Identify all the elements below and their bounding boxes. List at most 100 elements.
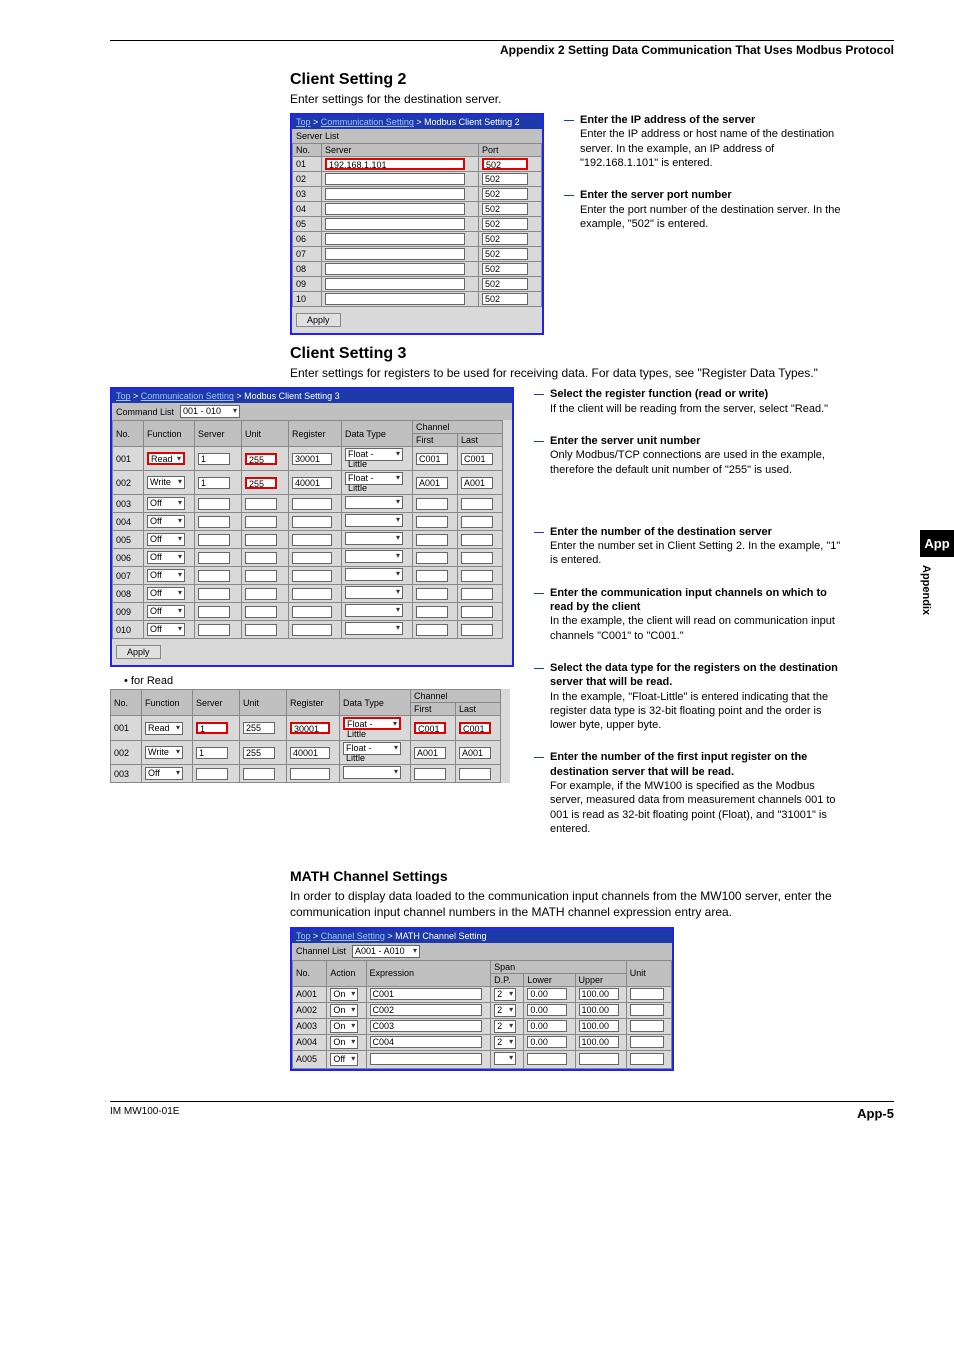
action-select[interactable]: On <box>330 1004 358 1017</box>
upper-input[interactable]: 100.00 <box>579 1020 619 1032</box>
server-num-input[interactable]: 1 <box>198 477 230 489</box>
function-select[interactable]: Write <box>145 746 183 759</box>
lower-input[interactable]: 0.00 <box>527 1004 567 1016</box>
manual-id: IM MW100-01E <box>110 1106 179 1121</box>
port-input[interactable]: 502 <box>482 248 528 260</box>
function-select[interactable]: Off <box>147 533 185 546</box>
unit-input[interactable] <box>630 988 664 1000</box>
server-input[interactable] <box>325 218 465 230</box>
function-select[interactable]: Off <box>145 767 183 780</box>
dtype-select[interactable]: Float - Little <box>345 448 403 461</box>
port-input[interactable]: 502 <box>482 203 528 215</box>
port-input[interactable]: 502 <box>482 233 528 245</box>
unit-input[interactable] <box>630 1004 664 1016</box>
upper-input[interactable]: 100.00 <box>579 988 619 1000</box>
dtype-select[interactable]: Float - Little <box>343 717 401 730</box>
server-input[interactable] <box>325 233 465 245</box>
unit-input[interactable]: 255 <box>245 477 277 489</box>
expr-input[interactable]: C001 <box>370 988 482 1000</box>
action-select[interactable]: On <box>330 988 358 1001</box>
dp-select[interactable] <box>494 1052 516 1065</box>
upper-input[interactable]: 100.00 <box>579 1004 619 1016</box>
ch-first-input[interactable]: A001 <box>416 477 448 489</box>
lower-input[interactable] <box>527 1053 567 1065</box>
ch-first-input[interactable]: C001 <box>416 453 448 465</box>
action-select[interactable]: On <box>330 1020 358 1033</box>
port-input[interactable]: 502 <box>482 278 528 290</box>
apply-button[interactable]: Apply <box>116 645 161 659</box>
function-select[interactable]: Write <box>147 476 185 489</box>
upper-input[interactable]: 100.00 <box>579 1036 619 1048</box>
function-select[interactable]: Off <box>147 605 185 618</box>
ch-first-input[interactable]: C001 <box>414 722 446 734</box>
function-select[interactable]: Read <box>145 722 183 735</box>
math-intro: In order to display data loaded to the c… <box>290 888 894 920</box>
server-input[interactable] <box>325 173 465 185</box>
function-select[interactable]: Off <box>147 587 185 600</box>
table-row: 06502 <box>293 232 542 247</box>
server-input[interactable] <box>325 278 465 290</box>
port-input[interactable]: 502 <box>482 188 528 200</box>
server-input[interactable] <box>325 248 465 260</box>
dp-select[interactable]: 2 <box>494 1036 516 1049</box>
function-select[interactable]: Read <box>147 452 185 465</box>
lower-input[interactable]: 0.00 <box>527 1036 567 1048</box>
unit-input[interactable]: 255 <box>243 722 275 734</box>
expr-input[interactable] <box>370 1053 482 1065</box>
bc-top[interactable]: Top <box>296 117 311 127</box>
server-input[interactable] <box>325 203 465 215</box>
function-select[interactable]: Off <box>147 497 185 510</box>
function-select[interactable]: Off <box>147 623 185 636</box>
port-input[interactable]: 502 <box>482 158 528 170</box>
dp-select[interactable]: 2 <box>494 1004 516 1017</box>
dp-select[interactable]: 2 <box>494 988 516 1001</box>
function-select[interactable]: Off <box>147 551 185 564</box>
port-input[interactable]: 502 <box>482 218 528 230</box>
math-panel: Top > Channel Setting > MATH Channel Set… <box>290 927 674 1071</box>
ch-last-input[interactable]: C001 <box>459 722 491 734</box>
bc-top[interactable]: Top <box>296 931 311 941</box>
range-select[interactable]: 001 - 010 <box>180 405 240 418</box>
bc-comm[interactable]: Communication Setting <box>141 391 234 401</box>
unit-input[interactable] <box>630 1036 664 1048</box>
upper-input[interactable] <box>579 1053 619 1065</box>
expr-input[interactable]: C002 <box>370 1004 482 1016</box>
register-input[interactable]: 30001 <box>290 722 330 734</box>
dp-select[interactable]: 2 <box>494 1020 516 1033</box>
dtype-select[interactable]: Float - Little <box>345 472 403 485</box>
action-select[interactable]: Off <box>330 1053 358 1066</box>
expr-input[interactable]: C004 <box>370 1036 482 1048</box>
ch-last-input[interactable]: A001 <box>461 477 493 489</box>
unit-input[interactable]: 255 <box>245 453 277 465</box>
port-input[interactable]: 502 <box>482 173 528 185</box>
table-row: 009Off <box>113 603 503 621</box>
unit-input[interactable] <box>630 1053 664 1065</box>
range-select[interactable]: A001 - A010 <box>352 945 420 958</box>
port-input[interactable]: 502 <box>482 263 528 275</box>
server-num-input[interactable]: 1 <box>198 453 230 465</box>
table-row: 08502 <box>293 262 542 277</box>
function-select[interactable]: Off <box>147 569 185 582</box>
co-dest-body: Enter the number set in Client Setting 2… <box>550 539 844 568</box>
lower-input[interactable]: 0.00 <box>527 1020 567 1032</box>
server-input[interactable] <box>325 188 465 200</box>
register-input[interactable]: 30001 <box>292 453 332 465</box>
bc-comm[interactable]: Communication Setting <box>321 117 414 127</box>
ch-last-input[interactable]: C001 <box>461 453 493 465</box>
server-input[interactable] <box>325 293 465 305</box>
apply-button[interactable]: Apply <box>296 313 341 327</box>
table-row: A001OnC00120.00100.00 <box>293 986 672 1002</box>
unit-input[interactable] <box>630 1020 664 1032</box>
expr-input[interactable]: C003 <box>370 1020 482 1032</box>
function-select[interactable]: Off <box>147 515 185 528</box>
bc-top[interactable]: Top <box>116 391 131 401</box>
action-select[interactable]: On <box>330 1036 358 1049</box>
port-input[interactable]: 502 <box>482 293 528 305</box>
register-input[interactable]: 40001 <box>292 477 332 489</box>
server-input[interactable] <box>325 263 465 275</box>
server-num-input[interactable]: 1 <box>196 722 228 734</box>
table-row: A003OnC00320.00100.00 <box>293 1018 672 1034</box>
server-input[interactable]: 192.168.1.101 <box>325 158 465 170</box>
lower-input[interactable]: 0.00 <box>527 988 567 1000</box>
bc-chset[interactable]: Channel Setting <box>321 931 385 941</box>
